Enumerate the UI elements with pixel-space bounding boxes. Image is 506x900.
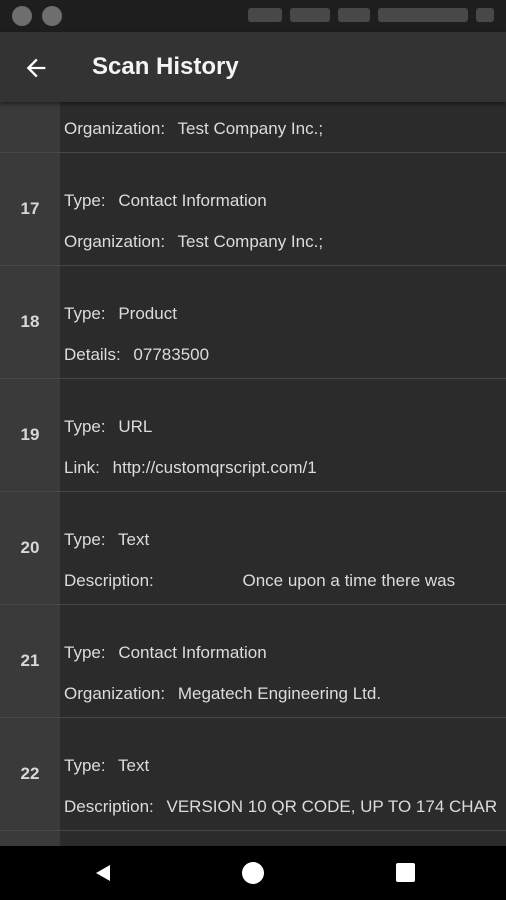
row-type-value: Contact Information [118,643,267,662]
row-type-value: URL [118,417,153,436]
row-number: 22 [0,718,60,830]
row-detail-label: Description: [64,571,154,590]
row-number [0,831,60,846]
row-detail-value: Megatech Engineering Ltd. [177,684,382,703]
history-row-18[interactable]: 18 Type: Product Details: 07783500 [0,266,506,379]
history-row-16[interactable]: 16 Organization: Test Company Inc.; [0,102,506,153]
clock-text [378,8,468,22]
row-type-label: Type: [64,643,106,662]
row-detail-value: Test Company Inc.; [177,232,324,251]
wifi-icon [476,8,494,22]
nav-back-icon[interactable] [94,864,112,882]
row-detail-value: Once upon a time there was [242,571,456,590]
history-row-partial[interactable] [0,831,506,846]
vibrate-icon [248,8,282,22]
row-type-label: Type: [64,304,106,323]
row-type-label: Type: [64,530,106,549]
row-detail-label: Description: [64,797,154,816]
notification-icon [42,6,62,26]
row-type-label: Type: [64,417,106,436]
history-row-21[interactable]: 21 Type: Contact Information Organizatio… [0,605,506,718]
scan-history-list[interactable]: 16 Organization: Test Company Inc.; 17 T… [0,102,506,846]
row-detail-value: 07783500 [133,345,210,364]
row-number: 18 [0,266,60,378]
row-detail-label: Link: [64,458,100,477]
row-detail-value: http://customqrscript.com/1 [112,458,317,477]
row-type-value: Product [118,304,177,323]
nav-home-icon[interactable] [242,862,264,884]
status-indicators [248,8,494,22]
row-detail-label: Details: [64,345,121,364]
status-bar [0,0,506,32]
row-number: 20 [0,492,60,604]
row-type-label: Type: [64,191,106,210]
row-detail-value: VERSION 10 QR CODE, UP TO 174 CHAR [166,797,498,816]
notification-icon [12,6,32,26]
history-row-20[interactable]: 20 Type: Text Description: Once upon a t… [0,492,506,605]
history-row-19[interactable]: 19 Type: URL Link: http://customqrscript… [0,379,506,492]
row-number: 19 [0,379,60,491]
row-detail-label: Organization: [64,119,166,138]
row-number: 21 [0,605,60,717]
row-type-value: Text [118,530,150,549]
row-detail-value: Test Company Inc.; [177,119,324,138]
history-row-17[interactable]: 17 Type: Contact Information Organizatio… [0,153,506,266]
signal-icon [290,8,330,22]
row-number: 16 [0,102,60,152]
row-number: 17 [0,153,60,265]
app-bar: Scan History [0,32,506,102]
history-row-22[interactable]: 22 Type: Text Description: VERSION 10 QR… [0,718,506,831]
row-detail-label: Organization: [64,232,166,251]
row-type-label: Type: [64,756,106,775]
row-type-value: Contact Information [118,191,267,210]
page-title: Scan History [92,53,239,80]
navigation-bar [0,846,506,900]
nav-recents-icon[interactable] [396,863,415,882]
row-type-value: Text [118,756,150,775]
back-arrow-icon[interactable] [22,54,50,82]
row-detail-label: Organization: [64,684,166,703]
battery-icon [338,8,370,22]
